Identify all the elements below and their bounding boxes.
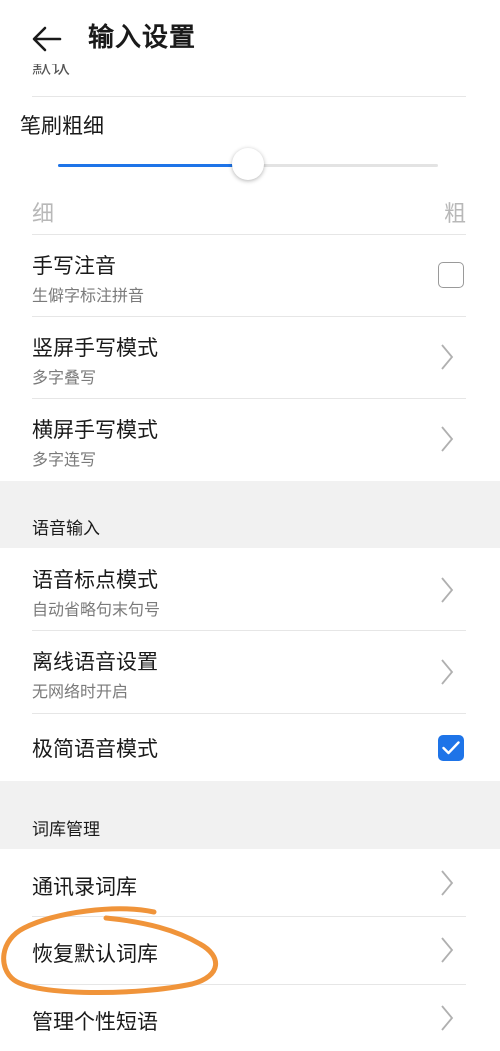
top-bar: 输入设置 [0, 0, 500, 76]
item-subtitle: 多字叠写 [32, 368, 97, 387]
item-title: 语音标点模式 [32, 568, 158, 592]
item-subtitle: 多字连写 [32, 450, 97, 469]
chevron-right-icon [441, 659, 454, 685]
list-item-personal-phrases[interactable]: 管理个性短语 [0, 984, 500, 1051]
check-icon [442, 741, 460, 755]
clipped-item-label: 默认 [32, 64, 71, 78]
chevron-right-icon [441, 937, 454, 963]
chevron-right-icon [441, 577, 454, 603]
chevron-right-icon [441, 870, 454, 896]
item-title: 极简语音模式 [32, 737, 158, 761]
brush-thickness-slider[interactable] [58, 148, 438, 184]
thin-label: 细 [32, 202, 55, 227]
handwriting-phonetic-checkbox[interactable] [438, 262, 464, 288]
chevron-right-icon [441, 426, 454, 452]
page-title: 输入设置 [88, 23, 197, 53]
item-title: 横屏手写模式 [32, 418, 158, 442]
list-item-voice-punct[interactable]: 语音标点模式 自动省略句末句号 [0, 548, 500, 630]
section-title: 语音输入 [32, 519, 100, 539]
list-item-landscape-mode[interactable]: 横屏手写模式 多字连写 [0, 398, 500, 480]
item-title: 通讯录词库 [32, 875, 137, 899]
list-item-minimal-voice[interactable]: 极简语音模式 [0, 713, 500, 781]
item-subtitle: 自动省略句末句号 [32, 600, 161, 619]
item-title: 竖屏手写模式 [32, 336, 158, 360]
section-header-voice: 语音输入 [0, 481, 500, 548]
slider-fill [58, 164, 248, 167]
item-title: 管理个性短语 [32, 1010, 158, 1034]
list-item-restore-lexicon[interactable]: 恢复默认词库 [0, 916, 500, 984]
list-item-contacts-lexicon[interactable]: 通讯录词库 [0, 849, 500, 916]
list-item-offline-voice[interactable]: 离线语音设置 无网络时开启 [0, 630, 500, 712]
slider-thumb[interactable] [232, 148, 264, 180]
divider [32, 96, 466, 97]
list-item-handwriting-phonetic[interactable]: 手写注音 生僻字标注拼音 [0, 234, 500, 316]
list-item-portrait-mode[interactable]: 竖屏手写模式 多字叠写 [0, 316, 500, 398]
section-header-lexicon: 词库管理 [0, 781, 500, 849]
item-title: 恢复默认词库 [32, 942, 158, 966]
chevron-right-icon [441, 1005, 454, 1031]
section-title: 词库管理 [32, 820, 100, 840]
brush-thickness-label: 笔刷粗细 [20, 114, 104, 138]
item-title: 离线语音设置 [32, 650, 158, 674]
thick-label: 粗 [443, 202, 466, 227]
item-title: 手写注音 [32, 254, 116, 278]
item-subtitle: 生僻字标注拼音 [32, 286, 145, 305]
chevron-right-icon [441, 344, 454, 370]
minimal-voice-checkbox[interactable] [438, 735, 464, 761]
arrow-left-icon[interactable] [30, 22, 64, 56]
item-subtitle: 无网络时开启 [32, 682, 129, 701]
